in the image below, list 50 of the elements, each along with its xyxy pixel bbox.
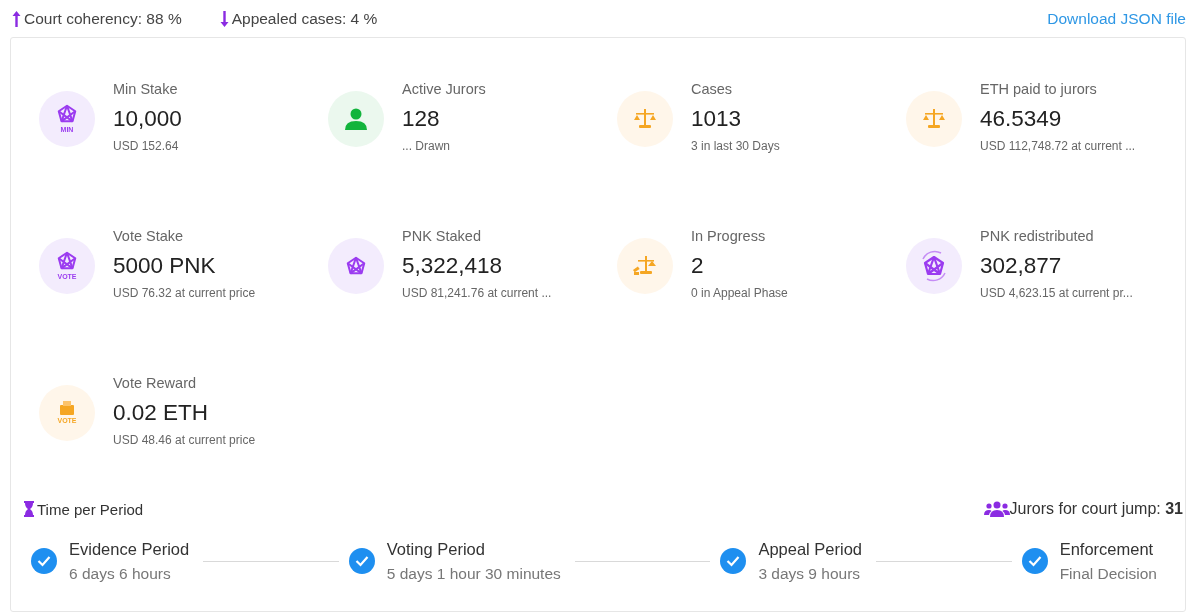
stat-subtext: ... Drawn <box>402 137 451 155</box>
stat-subtext: 3 in last 30 Days <box>691 137 780 155</box>
stat-subtext: USD 152.64 <box>113 137 180 155</box>
stat-value: 5,322,418 <box>402 251 504 280</box>
ballot-box-icon <box>59 400 75 416</box>
stat-subtext: 0 in Appeal Phase <box>691 284 788 302</box>
stat-value: 2 <box>691 251 705 280</box>
hourglass-icon <box>23 501 35 517</box>
stat-value: 1013 <box>691 104 743 133</box>
stat-subtext: USD 112,748.72 at current ... <box>980 137 1136 155</box>
stat-value: 0.02 ETH <box>113 398 210 427</box>
step-duration: 5 days 1 hour 30 minutes <box>386 564 561 584</box>
scales-icon <box>633 107 657 130</box>
step-name: Voting Period <box>386 539 486 560</box>
stat-subtext: USD 76.32 at current price <box>113 284 256 302</box>
scales-icon <box>922 107 946 130</box>
person-icon <box>344 107 368 130</box>
section-title: Time per Period <box>37 500 144 518</box>
knot-icon <box>56 103 78 125</box>
stat-label: PNK Staked <box>402 226 482 246</box>
stat-value: 10,000 <box>113 104 182 133</box>
stat-label: ETH paid to jurors <box>980 79 1098 99</box>
stat-subtext: USD 48.46 at current price <box>113 431 256 449</box>
stat-subtext: USD 81,241.76 at current ... <box>402 284 552 302</box>
download-link[interactable]: Download JSON file <box>1047 9 1186 28</box>
stat-label: Active Jurors <box>402 79 486 99</box>
step-duration: Final Decision <box>1059 564 1157 584</box>
knot-icon <box>345 254 367 277</box>
step-name: Appeal Period <box>758 539 863 560</box>
stat-label: Cases <box>691 79 734 99</box>
step-name: Enforcement <box>1059 539 1155 560</box>
knot-icon <box>56 250 78 272</box>
step-duration: 6 days 6 hours <box>69 564 172 584</box>
step-duration: 3 days 9 hours <box>758 564 862 584</box>
stat-label: PNK redistributed <box>980 226 1095 246</box>
stat-value: 5000 PNK <box>113 251 217 280</box>
metric-text: Appealed cases: 4 % <box>231 9 378 28</box>
stat-subtext: USD 4,623.15 at current pr... <box>980 284 1133 302</box>
stat-value: 302,877 <box>980 251 1063 280</box>
stat-label: Vote Stake <box>113 226 185 246</box>
step-name: Evidence Period <box>69 539 190 560</box>
metric-text: Court coherency: 88 % <box>24 9 182 28</box>
stat-label: In Progress <box>691 226 767 246</box>
stat-label: Min Stake <box>113 79 179 99</box>
stat-label: Vote Reward <box>113 373 198 393</box>
scales-gavel-icon <box>632 254 658 277</box>
jump-threshold: Jurors for court jump: 31 <box>1009 500 1183 518</box>
stat-value: 128 <box>402 104 441 133</box>
group-icon <box>983 501 1010 517</box>
stat-value: 46.5349 <box>980 104 1063 133</box>
